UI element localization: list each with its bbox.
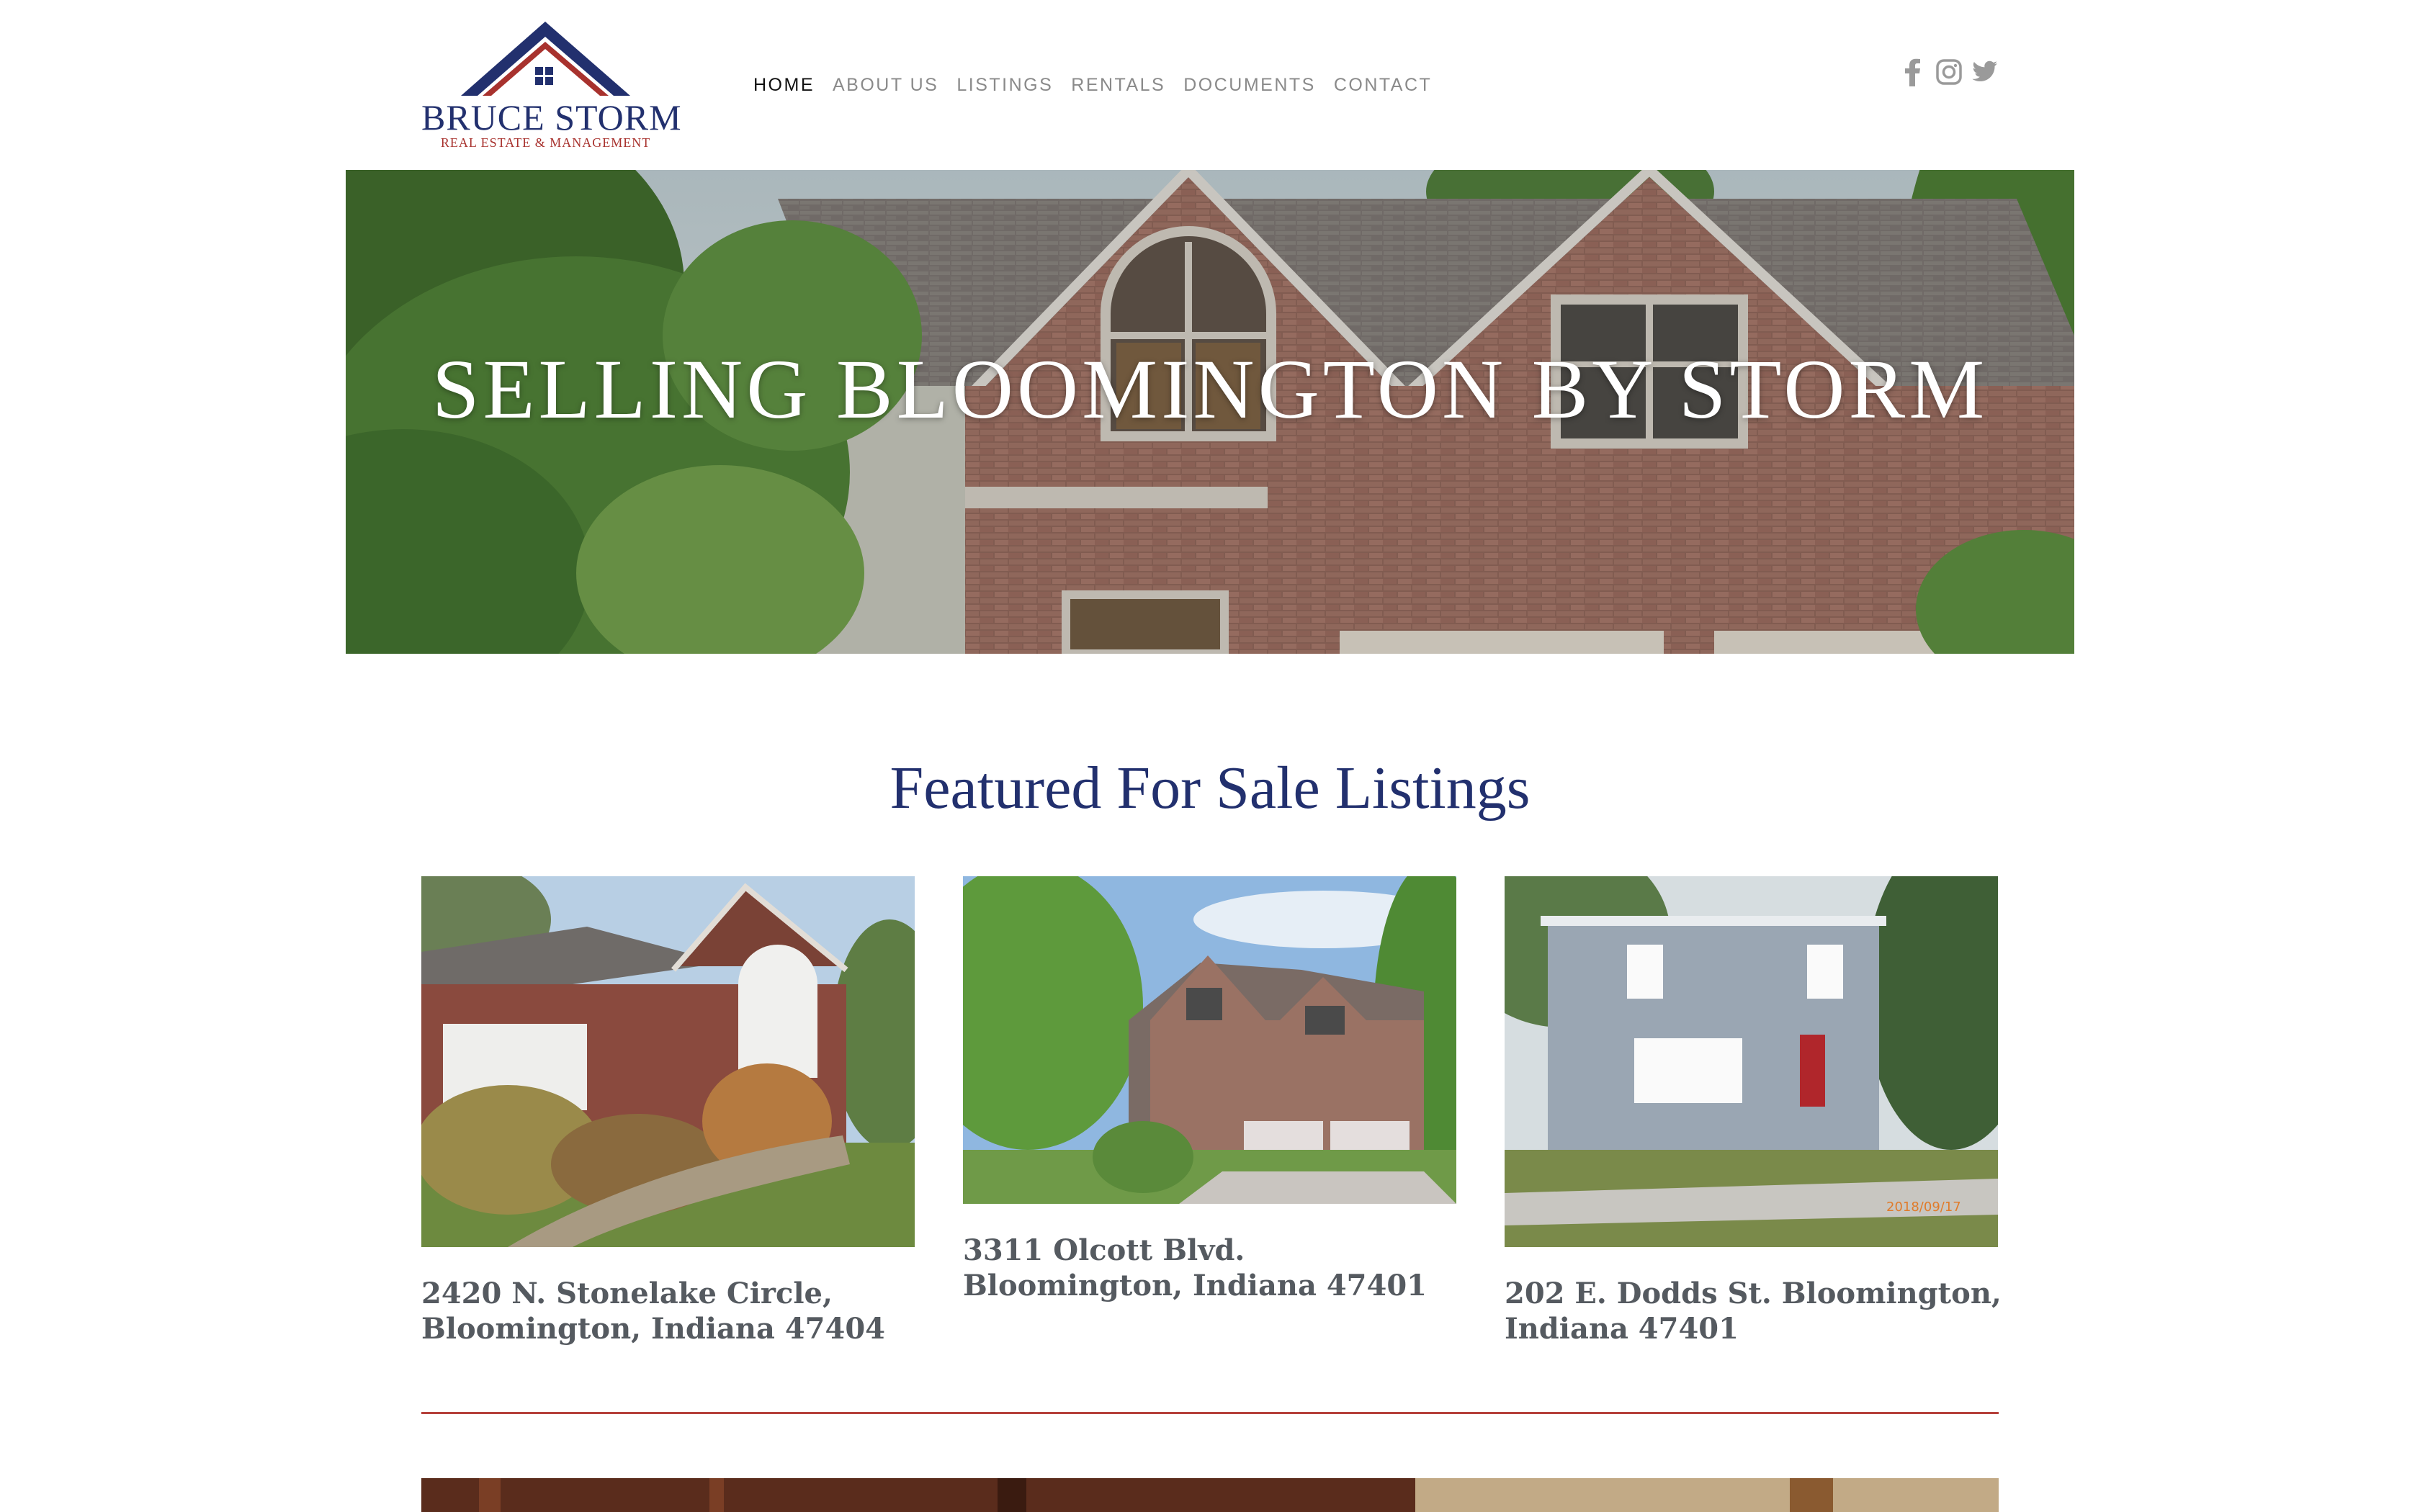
main-nav: HOME ABOUT US LISTINGS RENTALS DOCUMENTS… — [753, 72, 1432, 98]
listing-address[interactable]: 2420 N. Stonelake Circle, Bloomington, I… — [421, 1276, 918, 1346]
featured-title: Featured For Sale Listings — [889, 755, 1531, 822]
listing-photo[interactable] — [963, 876, 1456, 1204]
house-roof-icon — [461, 22, 630, 96]
nav-about-us[interactable]: ABOUT US — [833, 72, 938, 98]
nav-contact[interactable]: CONTACT — [1334, 72, 1432, 98]
listing-card[interactable]: 2018/09/17 202 E. Dodds St. Bloomington,… — [1505, 876, 2002, 1346]
hero-title: SELLING BLOOMINGTON BY STORM — [431, 342, 1989, 436]
facebook-icon[interactable] — [1900, 58, 1926, 86]
nav-rentals[interactable]: RENTALS — [1071, 72, 1165, 98]
listing-photo[interactable] — [421, 876, 915, 1247]
listing-photo[interactable]: 2018/09/17 — [1505, 876, 1998, 1247]
instagram-icon[interactable] — [1936, 58, 1962, 86]
hero-banner: SELLING BLOOMINGTON BY STORM — [346, 170, 2074, 654]
nav-home[interactable]: HOME — [753, 72, 815, 98]
nav-listings[interactable]: LISTINGS — [956, 72, 1053, 98]
social-links — [1900, 58, 1998, 86]
photo-date-stamp: 2018/09/17 — [1886, 1200, 1961, 1215]
listing-address[interactable]: 3311 Olcott Blvd. Bloomington, Indiana 4… — [963, 1233, 1460, 1303]
twitter-icon[interactable] — [1972, 58, 1998, 86]
listing-address[interactable]: 202 E. Dodds St. Bloomington, Indiana 47… — [1505, 1276, 2002, 1346]
listing-card[interactable]: 3311 Olcott Blvd. Bloomington, Indiana 4… — [963, 876, 1460, 1303]
brand-tagline: REAL ESTATE & MANAGEMENT — [440, 135, 651, 150]
section-divider — [421, 1412, 1999, 1414]
nav-documents[interactable]: DOCUMENTS — [1183, 72, 1316, 98]
brand-logo[interactable]: BRUCE STORM REAL ESTATE & MANAGEMENT — [421, 18, 682, 155]
next-section-photo — [421, 1478, 1999, 1512]
brand-name: BRUCE STORM — [421, 97, 682, 138]
listing-card[interactable]: 2420 N. Stonelake Circle, Bloomington, I… — [421, 876, 918, 1346]
